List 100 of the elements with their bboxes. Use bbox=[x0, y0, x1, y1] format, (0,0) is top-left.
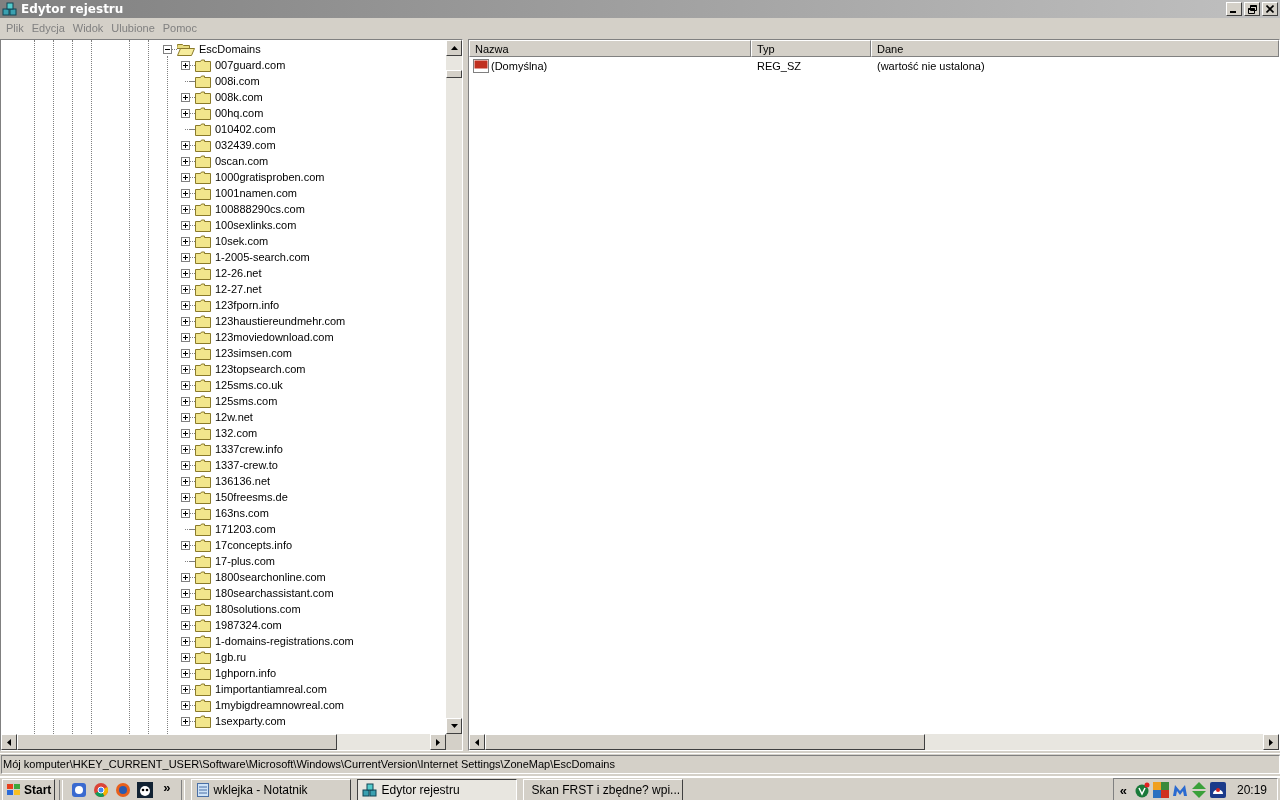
expand-button[interactable] bbox=[181, 236, 190, 246]
expand-button[interactable] bbox=[181, 508, 190, 518]
tree-item[interactable]: 1ghporn.info bbox=[213, 667, 279, 679]
tree-item[interactable]: 010402.com bbox=[213, 123, 278, 135]
scroll-up-button[interactable] bbox=[446, 40, 462, 56]
expand-button[interactable] bbox=[181, 364, 190, 374]
scroll-left-button[interactable] bbox=[469, 734, 485, 750]
tree-item[interactable]: 1importantiamreal.com bbox=[213, 683, 329, 695]
expand-button[interactable] bbox=[181, 428, 190, 438]
value-name[interactable]: (Domyślna) bbox=[491, 59, 548, 72]
expand-button[interactable] bbox=[181, 716, 190, 726]
tree-item[interactable]: 180solutions.com bbox=[213, 603, 303, 615]
expand-button[interactable] bbox=[181, 636, 190, 646]
expand-button[interactable] bbox=[181, 572, 190, 582]
tree-item[interactable]: 100888290cs.com bbox=[213, 203, 307, 215]
shield-icon[interactable] bbox=[1133, 782, 1150, 798]
tree-item[interactable]: 136136.net bbox=[213, 475, 273, 487]
collapse-button[interactable] bbox=[163, 44, 172, 54]
expand-button[interactable] bbox=[181, 412, 190, 422]
tree-item[interactable]: 123fporn.info bbox=[213, 299, 282, 311]
tree-item[interactable]: 1mybigdreamnowreal.com bbox=[213, 699, 346, 711]
scroll-right-button[interactable] bbox=[430, 734, 446, 750]
browser-icon[interactable] bbox=[71, 782, 88, 798]
tree-item[interactable]: 1987324.com bbox=[213, 619, 284, 631]
start-button[interactable]: Start bbox=[2, 779, 56, 800]
tree-item[interactable]: 123topsearch.com bbox=[213, 363, 308, 375]
expand-button[interactable] bbox=[181, 460, 190, 470]
tree-item[interactable]: 125sms.co.uk bbox=[213, 379, 285, 391]
tree-item[interactable]: 1gb.ru bbox=[213, 651, 249, 663]
tree-item[interactable]: 008i.com bbox=[213, 75, 262, 87]
expand-button[interactable] bbox=[181, 348, 190, 358]
tree-item[interactable]: EscDomains bbox=[197, 43, 263, 55]
tree-item[interactable]: 150freesms.de bbox=[213, 491, 290, 503]
expand-button[interactable] bbox=[181, 380, 190, 390]
tree-item[interactable]: 123moviedownload.com bbox=[213, 331, 336, 343]
expand-button[interactable] bbox=[181, 252, 190, 262]
close-button[interactable] bbox=[1262, 2, 1278, 16]
more-button[interactable]: » bbox=[157, 779, 177, 795]
expand-button[interactable] bbox=[181, 172, 190, 182]
scroll-down-button[interactable] bbox=[446, 718, 462, 734]
taskbar-button[interactable]: Edytor rejestru bbox=[356, 779, 517, 800]
tree-item[interactable]: 1337crew.info bbox=[213, 443, 285, 455]
scrollbar-thumb[interactable] bbox=[446, 70, 462, 78]
expand-button[interactable] bbox=[181, 396, 190, 406]
expand-button[interactable] bbox=[181, 204, 190, 214]
expand-button[interactable] bbox=[181, 444, 190, 454]
scrollbar-thumb[interactable] bbox=[17, 734, 337, 750]
column-header[interactable]: Dane bbox=[871, 40, 1279, 57]
tree-item[interactable]: 032439.com bbox=[213, 139, 278, 151]
scrollbar-thumb[interactable] bbox=[485, 734, 925, 750]
tray-expand-button[interactable]: « bbox=[1119, 782, 1127, 798]
expand-button[interactable] bbox=[181, 492, 190, 502]
column-header[interactable]: Typ bbox=[751, 40, 871, 57]
tree-item[interactable]: 12-27.net bbox=[213, 283, 264, 295]
tree-item[interactable]: 12-26.net bbox=[213, 267, 264, 279]
tree-item[interactable]: 1337-crew.to bbox=[213, 459, 280, 471]
tree-item[interactable]: 171203.com bbox=[213, 523, 278, 535]
expand-button[interactable] bbox=[181, 668, 190, 678]
colored-tiles-icon[interactable] bbox=[1152, 782, 1169, 798]
tree-item[interactable]: 17-plus.com bbox=[213, 555, 277, 567]
tree-item[interactable]: 00hq.com bbox=[213, 107, 266, 119]
tree-item[interactable]: 163ns.com bbox=[213, 507, 271, 519]
tree-item[interactable]: 1-2005-search.com bbox=[213, 251, 312, 263]
expand-button[interactable] bbox=[181, 268, 190, 278]
scroll-left-button[interactable] bbox=[1, 734, 17, 750]
tree-item[interactable]: 1000gratisproben.com bbox=[213, 171, 327, 183]
scroll-right-button[interactable] bbox=[1263, 734, 1279, 750]
expand-button[interactable] bbox=[181, 332, 190, 342]
expand-button[interactable] bbox=[181, 300, 190, 310]
tree-item[interactable]: 132.com bbox=[213, 427, 260, 439]
expand-button[interactable] bbox=[181, 540, 190, 550]
taskbar-button[interactable]: Skan FRST i zbędne? wpi... bbox=[522, 779, 683, 800]
expand-button[interactable] bbox=[181, 604, 190, 614]
minimize-button[interactable] bbox=[1226, 2, 1242, 16]
taskbar-button[interactable]: wklejka - Notatnik bbox=[190, 779, 351, 800]
tree-item[interactable]: 12w.net bbox=[213, 411, 255, 423]
column-header[interactable]: Nazwa bbox=[469, 40, 751, 57]
expand-button[interactable] bbox=[181, 284, 190, 294]
tree-item[interactable]: 123simsen.com bbox=[213, 347, 295, 359]
tree-item[interactable]: 1sexparty.com bbox=[213, 715, 288, 727]
tree-item[interactable]: 1001namen.com bbox=[213, 187, 299, 199]
expand-button[interactable] bbox=[181, 156, 190, 166]
expand-button[interactable] bbox=[181, 108, 190, 118]
tree-item[interactable]: 100sexlinks.com bbox=[213, 219, 299, 231]
expand-button[interactable] bbox=[181, 588, 190, 598]
restore-button[interactable] bbox=[1244, 2, 1260, 16]
expand-button[interactable] bbox=[181, 188, 190, 198]
tree-item[interactable]: 17concepts.info bbox=[213, 539, 295, 551]
tree-item[interactable]: 180searchassistant.com bbox=[213, 587, 336, 599]
expand-button[interactable] bbox=[181, 700, 190, 710]
tree-item[interactable]: 123haustiereundmehr.com bbox=[213, 315, 348, 327]
expand-button[interactable] bbox=[181, 316, 190, 326]
tree-item[interactable]: 008k.com bbox=[213, 91, 265, 103]
expand-button[interactable] bbox=[181, 620, 190, 630]
expand-button[interactable] bbox=[181, 60, 190, 70]
expand-button[interactable] bbox=[181, 220, 190, 230]
expand-button[interactable] bbox=[181, 476, 190, 486]
tree-item[interactable]: 10sek.com bbox=[213, 235, 271, 247]
expand-button[interactable] bbox=[181, 684, 190, 694]
expand-button[interactable] bbox=[181, 140, 190, 150]
